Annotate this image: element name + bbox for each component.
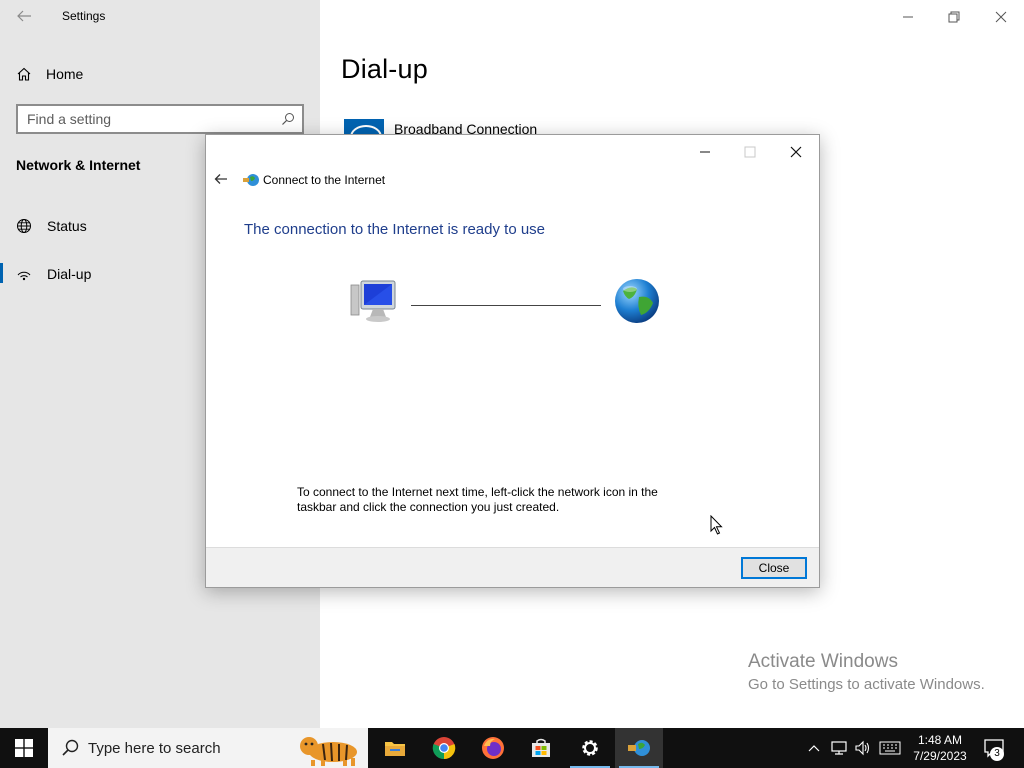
file-explorer-icon [385,742,405,756]
taskbar-search-box[interactable]: Type here to search [48,728,368,768]
clock-date: 7/29/2023 [913,749,967,763]
taskbar-file-explorer[interactable] [371,728,419,768]
page-title: Dial-up [341,54,428,84]
dialog-footer: Close [206,547,819,587]
dialog-minimize-icon[interactable] [690,139,720,165]
connection-line [411,305,601,306]
internet-globe-icon [615,279,659,323]
dialog-maximize-icon [744,146,756,158]
network-icon [831,741,847,755]
sidebar-item-home-label: Home [46,66,84,82]
notification-badge: 3 [990,747,1004,761]
sidebar-item-dialup[interactable]: Dial-up [16,262,91,286]
windows-logo-icon [15,739,33,757]
sidebar-item-home[interactable]: Home [16,62,83,86]
mouse-cursor-icon [710,515,723,535]
taskbar-settings[interactable] [566,728,614,768]
tray-volume[interactable] [852,728,874,768]
taskbar-chrome[interactable] [420,728,468,768]
keyboard-icon [879,741,901,755]
taskbar-clock[interactable]: 1:48 AM 7/29/2023 [905,732,975,764]
volume-icon [855,740,870,756]
sidebar-item-status[interactable]: Status [16,214,87,238]
connect-dialog: Connect to the Internet The connection t… [205,134,820,588]
search-icon[interactable] [281,112,295,126]
active-indicator [0,263,3,283]
minimize-icon[interactable] [897,6,919,28]
chrome-icon [432,737,456,760]
restore-icon[interactable] [943,6,965,28]
firefox-icon [482,737,504,759]
find-setting-input[interactable] [27,106,277,132]
search-highlight-tiger-icon [300,737,357,766]
watermark-subtitle: Go to Settings to activate Windows. [748,676,985,693]
dialog-heading: The connection to the Internet is ready … [244,221,546,238]
home-icon [17,67,31,81]
taskbar-connect-wizard[interactable] [615,728,663,768]
connect-wizard-icon [243,174,259,186]
chevron-up-icon [808,745,820,752]
taskbar-search-placeholder: Type here to search [88,740,221,757]
find-setting-box[interactable] [16,104,304,134]
taskbar-store[interactable] [517,728,565,768]
watermark-title: Activate Windows [748,651,898,672]
back-arrow-icon[interactable] [14,6,34,26]
close-button[interactable]: Close [741,557,807,579]
sidebar-item-label: Status [47,218,87,234]
settings-icon [582,740,598,756]
dialog-info-text: To connect to the Internet next time, le… [297,485,658,514]
computer-icon [350,280,396,322]
clock-time: 1:48 AM [917,733,963,747]
dialog-title: Connect to the Internet [263,173,386,187]
section-title: Network & Internet [16,157,141,173]
taskbar: Type here to search 1:48 AM 7/29/2023 3 [0,728,1024,768]
activation-watermark: Activate Windows Go to Settings to activ… [748,651,985,693]
globe-icon [17,219,31,233]
search-icon [62,739,79,756]
tray-network[interactable] [828,728,850,768]
start-button[interactable] [0,728,48,768]
sidebar-item-label: Dial-up [47,266,92,282]
dialog-close-icon[interactable] [781,139,811,165]
dialup-icon [17,271,31,281]
store-icon [532,738,550,757]
back-arrow-icon[interactable] [213,171,229,187]
tray-keyboard[interactable] [877,728,903,768]
app-title: Settings [62,9,106,23]
taskbar-firefox[interactable] [469,728,517,768]
connect-wizard-icon [628,740,650,756]
show-hidden-icons[interactable] [804,728,824,768]
close-icon[interactable] [990,6,1012,28]
